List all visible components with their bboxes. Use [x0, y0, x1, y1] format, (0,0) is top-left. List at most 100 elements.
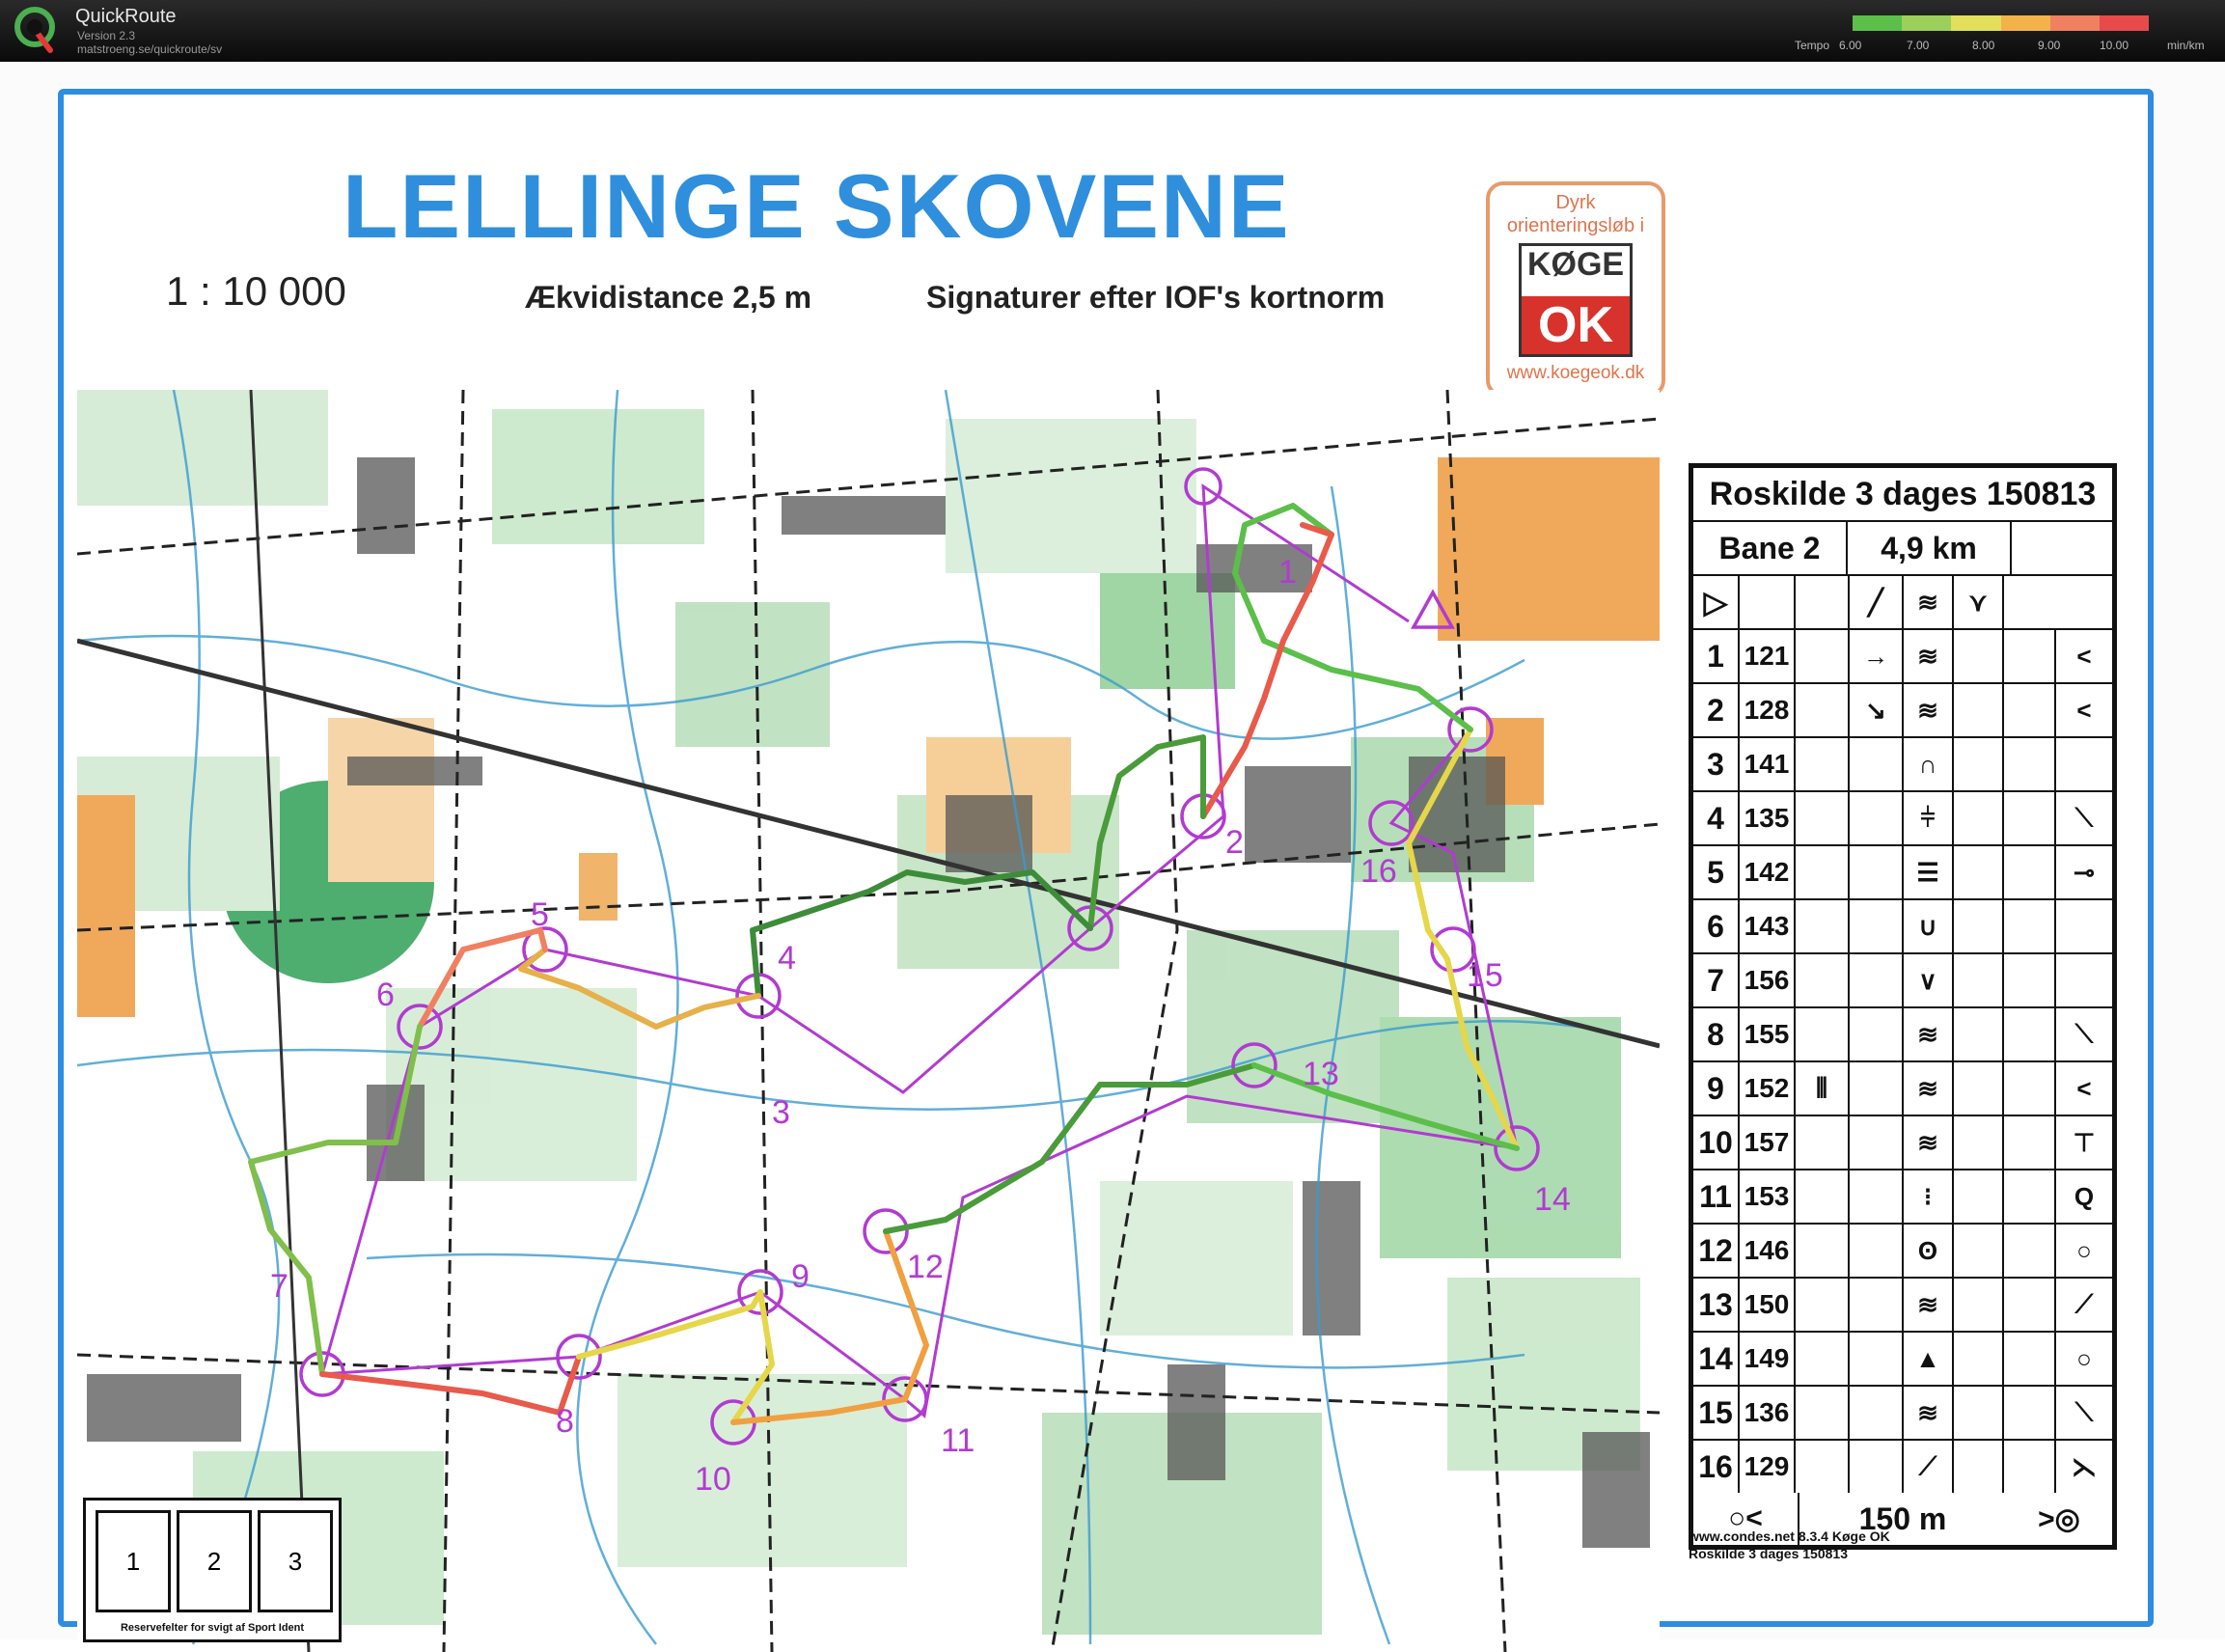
- orienteering-map[interactable]: 1 2 3 4 5 6 7 8 9 10 11 12 13 14 15 16: [77, 390, 1660, 1652]
- control-cell-f: [1954, 792, 2004, 844]
- control-cell-num: 4: [1693, 792, 1740, 844]
- map-symbols-note: Signaturer efter IOF's kortnorm: [926, 280, 1386, 315]
- control-row: 5 142 ☰ ⊸: [1693, 846, 2112, 900]
- club-badge: Dyrk orienteringsløb i KØGE OK www.koege…: [1486, 181, 1665, 398]
- control-cell-e: ⟋: [1904, 1441, 1954, 1493]
- control-cell-d: [1850, 954, 1904, 1006]
- control-cell-code: 153: [1740, 1170, 1796, 1223]
- control-cell-h: Q: [2074, 1181, 2095, 1211]
- title-bar: QuickRoute Version 2.3 matstroeng.se/qui…: [0, 0, 2225, 62]
- club-logo-top: KØGE: [1526, 246, 1625, 283]
- legend-tick-2: 7.00: [1907, 39, 1930, 52]
- pace-gradient-segment: [2000, 15, 2050, 31]
- control-cell-f: [1954, 684, 2004, 736]
- control-row: 16 129 ⟋ ⋋: [1693, 1441, 2112, 1493]
- control-row: 3 141 ∩: [1693, 738, 2112, 792]
- control-cell-e: ☰: [1904, 846, 1954, 898]
- control-cell-f: [1954, 1008, 2004, 1060]
- control-label-14: 14: [1534, 1181, 1571, 1218]
- control-cell-d: [1850, 1170, 1904, 1223]
- start-col-c: [1796, 576, 1850, 628]
- control-row: 13 150 ≋ ⟋: [1693, 1279, 2112, 1333]
- control-cell-num: 7: [1693, 954, 1740, 1006]
- control-label-11: 11: [941, 1422, 975, 1459]
- control-row: 10 157 ≋ ⊤: [1693, 1116, 2112, 1170]
- start-triangle-symbol: ▷: [1693, 576, 1740, 628]
- control-cell-h: ⋋: [2072, 1451, 2097, 1481]
- app-version: Version 2.3: [77, 29, 136, 42]
- control-cell-num: 9: [1693, 1062, 1740, 1115]
- control-cell-f: [1954, 954, 2004, 1006]
- control-cell-num: 16: [1693, 1441, 1740, 1493]
- control-cell-e: ∩: [1904, 738, 1954, 790]
- control-row: 8 155 ≋ ⟍: [1693, 1008, 2112, 1062]
- control-label-4: 4: [778, 940, 796, 977]
- control-cell-c: [1796, 684, 1850, 736]
- control-cell-g: [2004, 1333, 2056, 1385]
- control-cell-d: [1850, 792, 1904, 844]
- control-cell-g: [2004, 630, 2056, 682]
- pace-gradient-segment: [1902, 15, 1952, 31]
- club-tagline: Dyrk orienteringsløb i: [1490, 191, 1662, 237]
- pace-legend: Tempo 6.00 7.00 8.00 9.00 10.00 min/km: [1795, 14, 2219, 58]
- control-cell-code: 156: [1740, 954, 1796, 1006]
- control-cell-num: 12: [1693, 1225, 1740, 1277]
- control-cell-c: [1796, 1387, 1850, 1439]
- app-name: QuickRoute: [75, 6, 177, 27]
- legend-label: Tempo: [1795, 39, 1830, 52]
- control-cell-e: ⁝: [1904, 1170, 1954, 1223]
- control-cell-f: [1954, 630, 2004, 682]
- control-label-10: 10: [695, 1461, 731, 1498]
- app-url[interactable]: matstroeng.se/quickroute/sv: [77, 42, 222, 56]
- control-cell-g: [2004, 1387, 2056, 1439]
- reserve-box-3: 3: [258, 1510, 333, 1612]
- control-row: 1 121 → ≋ <: [1693, 630, 2112, 684]
- control-cell-c: [1796, 1441, 1850, 1493]
- control-cell-d: [1850, 1441, 1904, 1493]
- control-cell-g: [2004, 1008, 2056, 1060]
- club-logo-bottom: OK: [1522, 296, 1630, 354]
- control-cell-code: 149: [1740, 1333, 1796, 1385]
- control-row: 2 128 ↘ ≋ <: [1693, 684, 2112, 738]
- control-cell-f: [1954, 738, 2004, 790]
- control-cell-h: <: [2076, 1073, 2092, 1103]
- course-header-row: Bane 2 4,9 km: [1693, 522, 2112, 576]
- control-label-15: 15: [1467, 957, 1503, 994]
- map-scale: 1 : 10 000: [166, 268, 346, 314]
- control-description-sheet: Roskilde 3 dages 150813 Bane 2 4,9 km ▷ …: [1689, 463, 2117, 1550]
- control-cell-num: 3: [1693, 738, 1740, 790]
- pace-gradient-segment: [2099, 15, 2150, 31]
- club-url: www.koegeok.dk: [1506, 363, 1645, 383]
- course-name: Bane 2: [1693, 522, 1848, 574]
- course-header-blank: [2012, 522, 2112, 574]
- control-cell-g: [2004, 1279, 2056, 1331]
- control-cell-f: [1954, 1062, 2004, 1115]
- control-cell-c: [1796, 792, 1850, 844]
- map-viewport[interactable]: LELLINGE SKOVENE 1 : 10 000 Ækvidistance…: [0, 62, 2225, 1652]
- control-cell-num: 13: [1693, 1279, 1740, 1331]
- reserve-box-1: 1: [96, 1510, 171, 1612]
- control-cell-f: [1954, 1225, 2004, 1277]
- control-cell-f: [1954, 900, 2004, 952]
- control-cell-d: [1850, 1225, 1904, 1277]
- finish-right-symbol: >◎: [2038, 1502, 2080, 1535]
- control-cell-num: 5: [1693, 846, 1740, 898]
- control-cell-num: 11: [1693, 1170, 1740, 1223]
- control-label-13: 13: [1303, 1056, 1339, 1092]
- control-cell-h: [2056, 900, 2112, 952]
- control-cell-code: 128: [1740, 684, 1796, 736]
- control-cell-num: 14: [1693, 1333, 1740, 1385]
- control-cell-c: [1796, 1333, 1850, 1385]
- reserve-box-2: 2: [177, 1510, 252, 1612]
- control-label-5: 5: [531, 896, 549, 933]
- control-cell-e: ⫩: [1904, 792, 1954, 844]
- club-tagline-2: orienteringsløb i: [1506, 215, 1645, 236]
- control-cell-d: [1850, 1008, 1904, 1060]
- control-cell-h: ⟋: [2074, 1289, 2094, 1318]
- control-cell-d: [1850, 738, 1904, 790]
- control-cell-c: [1796, 900, 1850, 952]
- control-cell-d: [1850, 1116, 1904, 1169]
- control-cell-e: ≋: [1904, 684, 1954, 736]
- legend-tick-4: 9.00: [2038, 39, 2061, 52]
- control-cell-h: [2056, 954, 2112, 1006]
